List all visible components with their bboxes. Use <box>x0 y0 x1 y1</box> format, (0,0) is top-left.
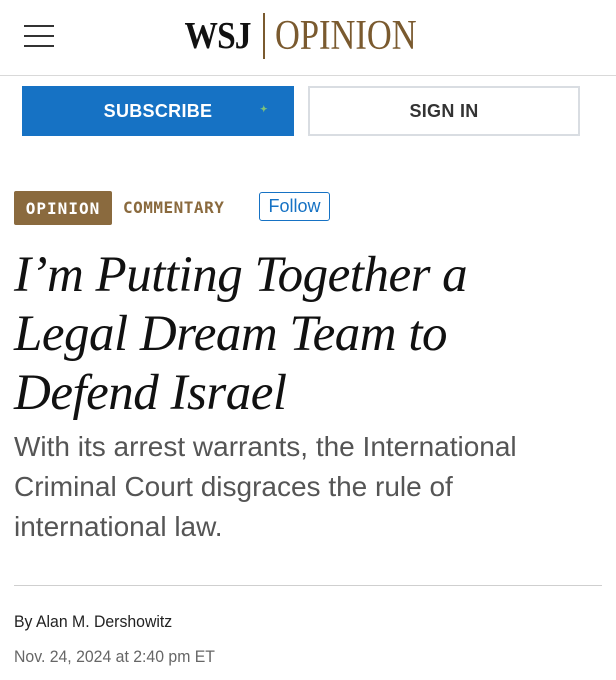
brand-opinion: OPINION <box>275 13 417 59</box>
headline-line: Legal Dream Team to <box>14 306 448 362</box>
sign-in-label: SIGN IN <box>409 100 479 121</box>
brand-divider <box>263 13 266 59</box>
article-dek: With its arrest warrants, the Internatio… <box>14 431 517 542</box>
byline: By Alan M. Dershowitz <box>14 612 172 632</box>
brand-wsj: WSJ <box>184 15 252 57</box>
byline-divider <box>14 585 602 586</box>
author-link[interactable]: Alan M. Dershowitz <box>36 612 172 631</box>
opinion-section-tag[interactable]: OPINION <box>14 191 112 225</box>
headline-line: I’m Putting Together a <box>14 247 468 303</box>
publish-timestamp: Nov. 24, 2024 at 2:40 pm ET <box>14 647 215 666</box>
sparkle-icon: ✦ <box>260 104 268 114</box>
byline-prefix: By <box>14 612 33 631</box>
headline-line: Defend Israel <box>14 365 287 421</box>
subscribe-label: SUBSCRIBE <box>103 100 213 121</box>
sign-in-button[interactable]: SIGN IN <box>308 86 580 136</box>
brand-logo[interactable]: WSJ OPINION <box>0 12 616 60</box>
commentary-category-link[interactable]: COMMENTARY <box>123 197 224 219</box>
subscribe-button[interactable]: SUBSCRIBE ✦ <box>22 86 294 136</box>
top-navigation-bar: WSJ OPINION <box>0 0 616 76</box>
article-headline: I’m Putting Together a Legal Dream Team … <box>14 246 604 423</box>
follow-button[interactable]: Follow <box>259 192 330 221</box>
